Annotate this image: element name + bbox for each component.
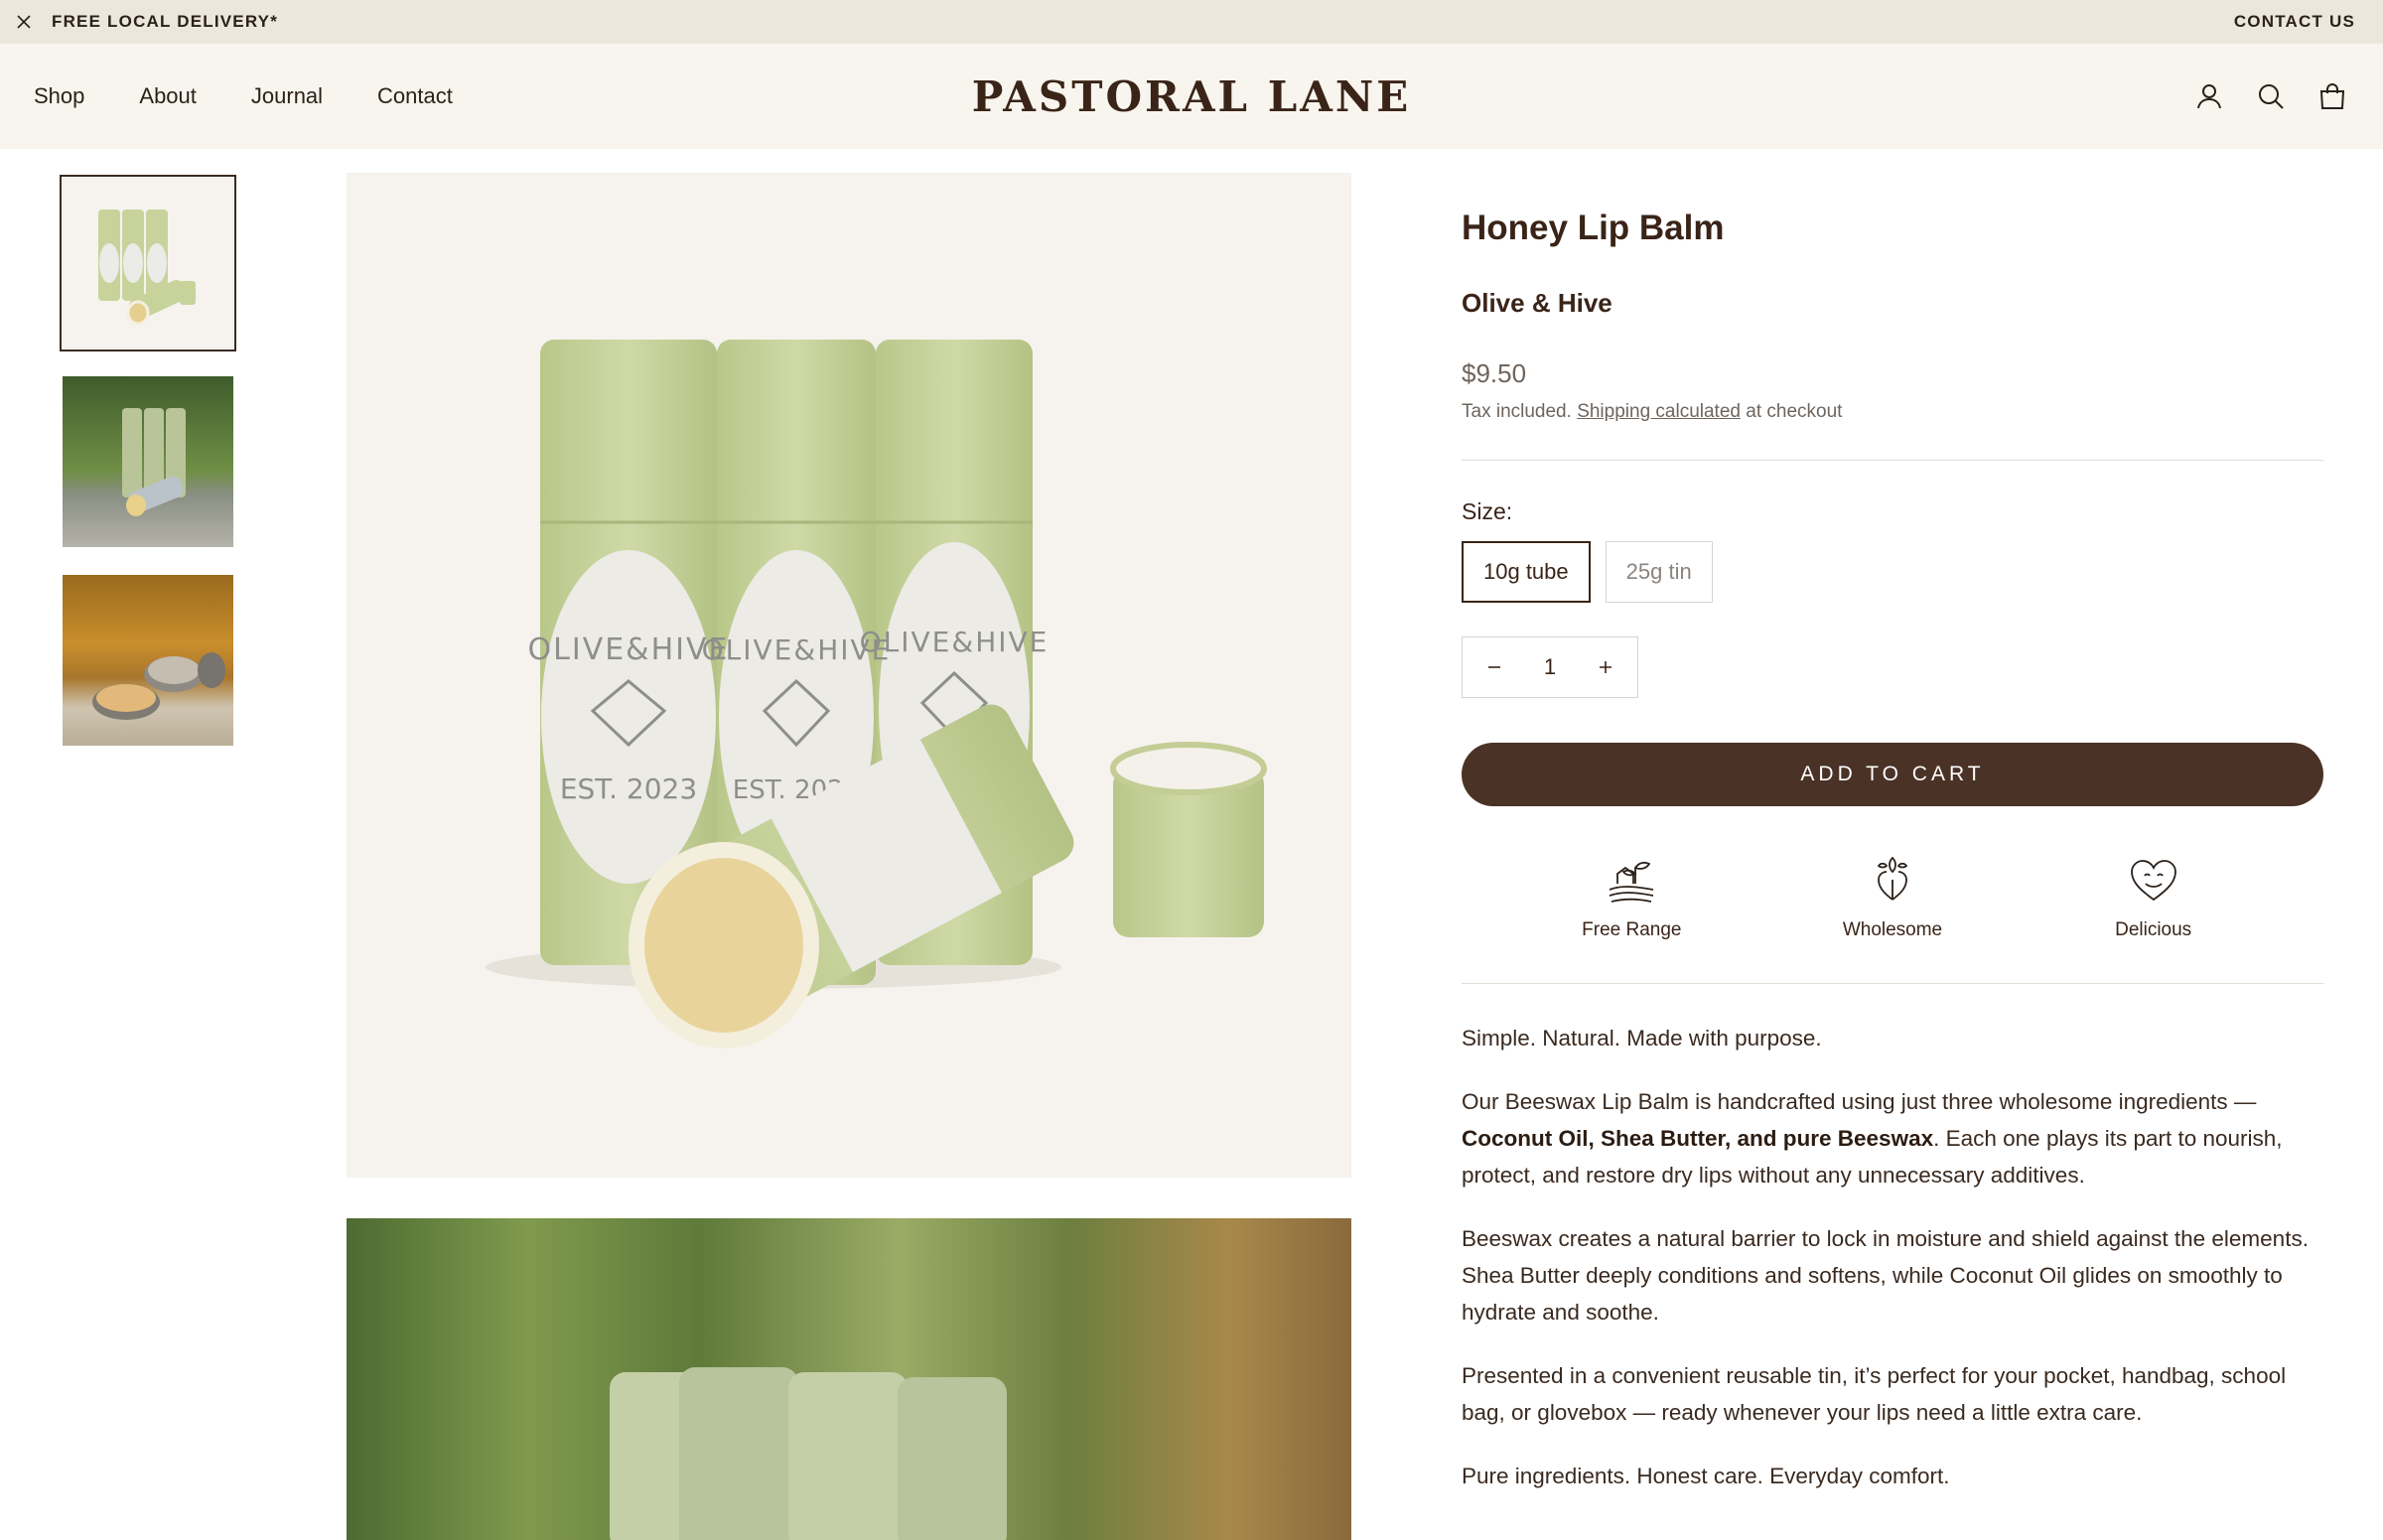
tax-note: Tax included. Shipping calculated at che… <box>1462 401 2323 423</box>
product-description: Simple. Natural. Made with purpose. Our … <box>1462 1020 2323 1494</box>
smiling-heart-icon <box>2130 860 2176 902</box>
thumbnail-tubes[interactable] <box>60 175 236 351</box>
product-info: Honey Lip Balm Olive & Hive $9.50 Tax in… <box>1462 199 2323 1521</box>
nav-shop[interactable]: Shop <box>34 83 84 109</box>
product-price: $9.50 <box>1462 358 1527 388</box>
description-text: Our Beeswax Lip Balm is handcrafted usin… <box>1462 1089 2257 1114</box>
feature-delicious: Delicious <box>2054 854 2253 941</box>
secondary-product-image[interactable] <box>347 1218 1351 1540</box>
close-icon[interactable] <box>14 12 34 32</box>
description-paragraph: Simple. Natural. Made with purpose. <box>1462 1026 1822 1050</box>
feature-free-range: Free Range <box>1532 854 1731 941</box>
description-bold-ingredients: Coconut Oil, Shea Butter, and pure Beesw… <box>1462 1126 1934 1151</box>
cart-icon[interactable] <box>2315 79 2349 113</box>
announcement-bar: FREE LOCAL DELIVERY* CONTACT US <box>0 0 2383 44</box>
feature-label: Wholesome <box>1842 919 1943 940</box>
thumbnail-grass[interactable] <box>60 373 236 550</box>
contact-us-link[interactable]: CONTACT US <box>2234 12 2355 32</box>
quantity-input[interactable]: 1 <box>1544 654 1556 680</box>
tax-suffix: at checkout <box>1746 401 1843 422</box>
feature-list: Free Range Wholesome Delicious <box>1462 854 2323 941</box>
nav-journal[interactable]: Journal <box>251 83 323 109</box>
nav-contact[interactable]: Contact <box>377 83 453 109</box>
add-to-cart-button[interactable]: ADD TO CART <box>1462 743 2323 806</box>
leaf-heart-icon <box>1877 856 1908 901</box>
announcement-text: FREE LOCAL DELIVERY* <box>52 12 279 31</box>
divider <box>1462 460 2323 461</box>
account-icon[interactable] <box>2192 79 2226 113</box>
main-nav: Shop About Journal Contact <box>34 83 453 109</box>
thumbnail-tins[interactable] <box>60 572 236 749</box>
minus-icon[interactable] <box>1480 653 1508 681</box>
product-vendor[interactable]: Olive & Hive <box>1462 288 2323 319</box>
tube-label-text-1: OLIVE&HIVE <box>528 632 730 667</box>
quantity-stepper: 1 <box>1462 636 1638 698</box>
plus-icon[interactable] <box>1592 653 1619 681</box>
tube-label-est-1: EST. 2023 <box>560 772 697 805</box>
main-product-image[interactable]: OLIVE&HIVE OLIVE&HIVE OLIVE&HIVE EST. 20… <box>347 173 1351 1178</box>
site-header: Shop About Journal Contact PASTORAL LANE <box>0 44 2383 149</box>
description-paragraph: Our Beeswax Lip Balm is handcrafted usin… <box>1462 1083 2323 1193</box>
tube-label-text-3: OLIVE&HIVE <box>860 626 1050 658</box>
description-paragraph: Presented in a convenient reusable tin, … <box>1462 1363 2287 1425</box>
size-label: Size: <box>1462 498 1513 524</box>
feature-wholesome: Wholesome <box>1793 854 1992 941</box>
search-icon[interactable] <box>2254 79 2288 113</box>
tax-prefix: Tax included. <box>1462 401 1572 422</box>
product-title: Honey Lip Balm <box>1462 209 1725 247</box>
description-paragraph: Beeswax creates a natural barrier to loc… <box>1462 1226 2309 1325</box>
site-logo[interactable]: PASTORAL LANE <box>972 72 1411 121</box>
feature-label: Delicious <box>2115 919 2192 940</box>
size-option-10g-tube[interactable]: 10g tube <box>1462 541 1591 603</box>
divider <box>1462 983 2323 984</box>
feature-label: Free Range <box>1582 919 1682 940</box>
size-options: 10g tube 25g tin <box>1462 541 2323 603</box>
nav-about[interactable]: About <box>139 83 197 109</box>
thumbnail-list <box>60 175 236 770</box>
size-option-25g-tin[interactable]: 25g tin <box>1605 541 1713 603</box>
description-paragraph: Pure ingredients. Honest care. Everyday … <box>1462 1464 1950 1488</box>
shipping-link[interactable]: Shipping calculated <box>1577 401 1741 422</box>
farm-icon <box>1609 861 1654 903</box>
